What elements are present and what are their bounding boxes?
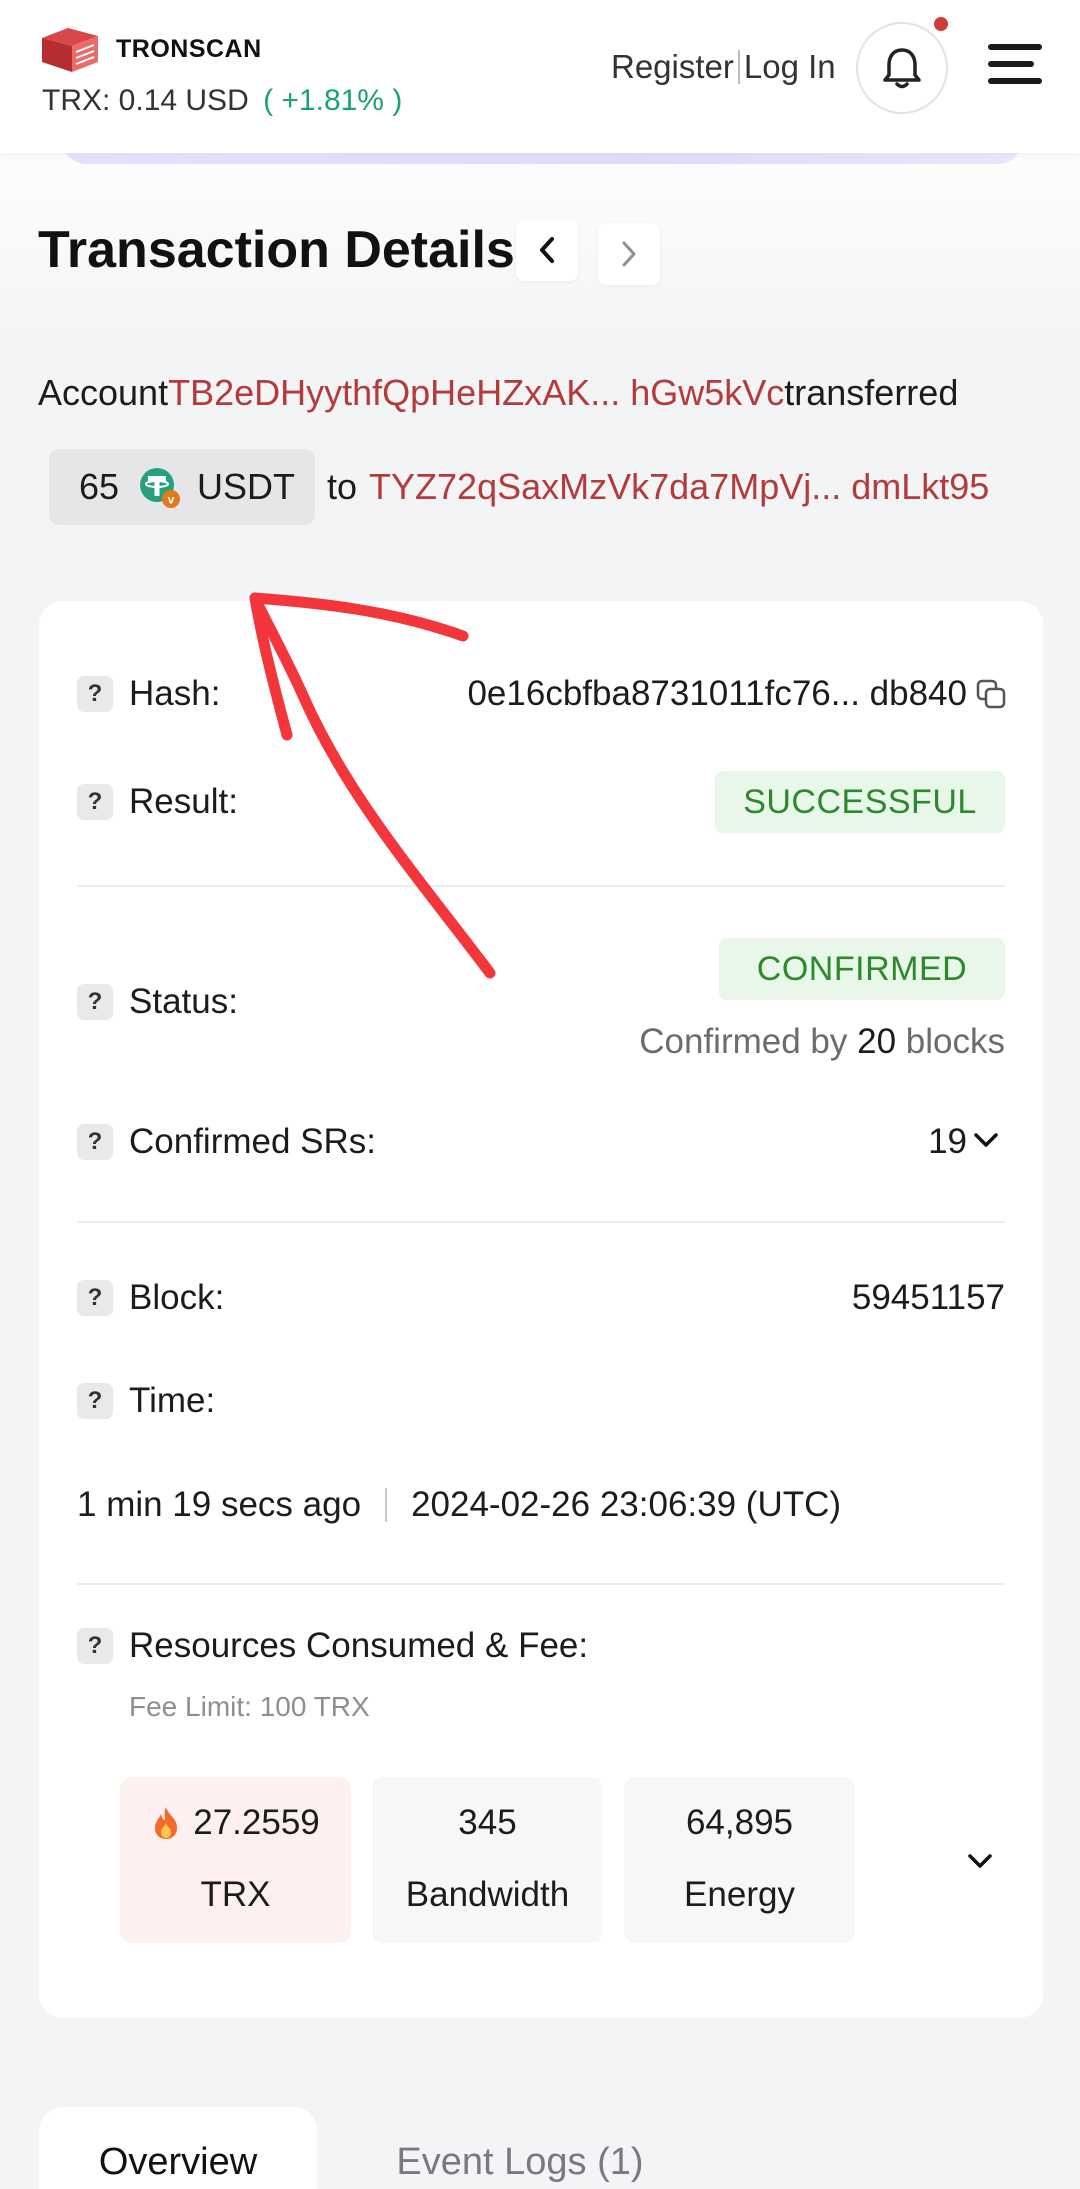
resource-trx-unit: TRX xyxy=(200,1875,271,1914)
hash-value: 0e16cbfba8731011fc76... db840 xyxy=(467,674,967,713)
svg-text:v: v xyxy=(168,493,175,507)
tab-overview[interactable]: Overview xyxy=(39,2107,317,2189)
resource-energy-value: 64,895 xyxy=(685,1803,794,1842)
notifications-button[interactable] xyxy=(856,17,948,114)
tab-event-logs-label: Event Logs (1) xyxy=(396,2141,644,2183)
chevron-right-icon xyxy=(622,241,636,267)
trx-price-change: ( +1.81% ) xyxy=(263,84,403,117)
result-label: Result: xyxy=(129,782,238,821)
transfer-summary: AccountTB2eDHyythfQpHeHZxAK... hGw5kVctr… xyxy=(38,372,958,414)
divider xyxy=(77,1221,1005,1223)
notification-dot xyxy=(934,17,948,31)
status-badge: CONFIRMED xyxy=(719,938,1005,1000)
resource-trx-value-row: 27.2559 xyxy=(120,1787,351,1859)
time-utc: 2024-02-26 23:06:39 (UTC) xyxy=(411,1485,842,1524)
confirmed-srs-value[interactable]: 19 xyxy=(928,1122,967,1162)
auth-links: Register Log In xyxy=(611,48,836,86)
chevron-left-icon xyxy=(540,237,554,263)
time-value: 1 min 19 secs ago 2024-02-26 23:06:39 (U… xyxy=(77,1485,841,1525)
tronscan-logo-icon xyxy=(42,28,98,72)
time-help-icon[interactable]: ? xyxy=(77,1383,113,1419)
result-badge: SUCCESSFUL xyxy=(715,771,1005,833)
time-label: Time: xyxy=(129,1381,216,1420)
resource-trx-fee: 27.2559 TRX xyxy=(120,1777,351,1943)
menu-line xyxy=(988,44,1042,50)
status-help-icon[interactable]: ? xyxy=(77,984,113,1020)
to-word: to xyxy=(327,466,358,507)
token-amount-pill[interactable]: 65 v USDT xyxy=(49,449,315,525)
brand-name: TRONSCAN xyxy=(116,34,262,63)
page-title: Transaction Details xyxy=(38,221,515,279)
srs-help-icon[interactable]: ? xyxy=(77,1124,113,1160)
account-word: Account xyxy=(38,372,169,413)
menu-line xyxy=(988,61,1034,67)
divider xyxy=(77,885,1005,887)
copy-icon[interactable] xyxy=(975,678,1007,710)
login-link[interactable]: Log In xyxy=(744,48,836,86)
trx-price-label: TRX: 0.14 USD xyxy=(42,84,249,117)
bell-icon xyxy=(883,48,921,89)
confirmed-by-suffix: blocks xyxy=(905,1022,1005,1061)
block-label: Block: xyxy=(129,1278,225,1317)
expand-resources-chevron-icon[interactable] xyxy=(967,1852,993,1870)
from-address-link[interactable]: TB2eDHyythfQpHeHZxAK... hGw5kVc xyxy=(168,372,784,413)
previous-transaction-button[interactable] xyxy=(516,219,578,281)
resource-bandwidth-unit: Bandwidth xyxy=(405,1875,570,1914)
block-number-link[interactable]: 59451157 xyxy=(852,1278,1005,1318)
hamburger-menu-button[interactable] xyxy=(988,44,1042,90)
transfer-amount-row: 65 v USDT to TYZ72qSaxMzVk7da7MpVj... dm… xyxy=(49,449,989,525)
hash-label: Hash: xyxy=(129,674,221,713)
confirmed-by-count: 20 xyxy=(857,1022,897,1061)
chevron-down-icon[interactable] xyxy=(973,1131,999,1149)
resource-bandwidth: 345 Bandwidth xyxy=(372,1777,603,1943)
transaction-details-card: ? Hash: 0e16cbfba8731011fc76... db840 ? … xyxy=(39,601,1043,2018)
token-symbol: USDT xyxy=(197,466,296,507)
next-transaction-button[interactable] xyxy=(598,223,660,285)
confirmed-by-prefix: Confirmed by xyxy=(639,1022,848,1061)
menu-line xyxy=(988,78,1042,84)
block-help-icon[interactable]: ? xyxy=(77,1280,113,1316)
hash-help-icon[interactable]: ? xyxy=(77,676,113,712)
result-help-icon[interactable]: ? xyxy=(77,784,113,820)
resource-trx-value: 27.2559 xyxy=(193,1803,320,1842)
confirmed-srs-label: Confirmed SRs: xyxy=(129,1122,377,1161)
time-separator xyxy=(385,1488,388,1522)
fire-icon xyxy=(155,1807,178,1839)
transferred-word: transferred xyxy=(784,372,959,413)
trx-price: TRX: 0.14 USD ( +1.81% ) xyxy=(42,84,402,118)
resources-label: Resources Consumed & Fee: xyxy=(129,1626,589,1665)
confirmed-by-text: Confirmed by 20 blocks xyxy=(639,1022,1005,1062)
resource-energy: 64,895 Energy xyxy=(624,1777,855,1943)
tab-event-logs[interactable]: Event Logs (1) xyxy=(395,2107,645,2189)
usdt-token-icon: v xyxy=(140,468,181,508)
tab-overview-label: Overview xyxy=(98,2141,258,2183)
tronscan-logo[interactable]: TRONSCAN xyxy=(38,24,262,74)
status-label: Status: xyxy=(129,982,238,1021)
divider xyxy=(77,1583,1005,1585)
top-navigation-bar: TRONSCAN TRX: 0.14 USD ( +1.81% ) Regist… xyxy=(0,0,1080,153)
resource-bandwidth-value: 345 xyxy=(458,1803,517,1842)
resource-energy-unit: Energy xyxy=(684,1875,795,1914)
time-ago: 1 min 19 secs ago xyxy=(77,1485,362,1524)
resources-help-icon[interactable]: ? xyxy=(77,1628,113,1664)
to-address-link[interactable]: TYZ72qSaxMzVk7da7MpVj... dmLkt95 xyxy=(369,466,989,508)
fee-limit: Fee Limit: 100 TRX xyxy=(129,1691,370,1722)
transfer-amount: 65 xyxy=(79,466,120,507)
register-link[interactable]: Register xyxy=(611,48,734,86)
auth-divider xyxy=(737,50,740,84)
